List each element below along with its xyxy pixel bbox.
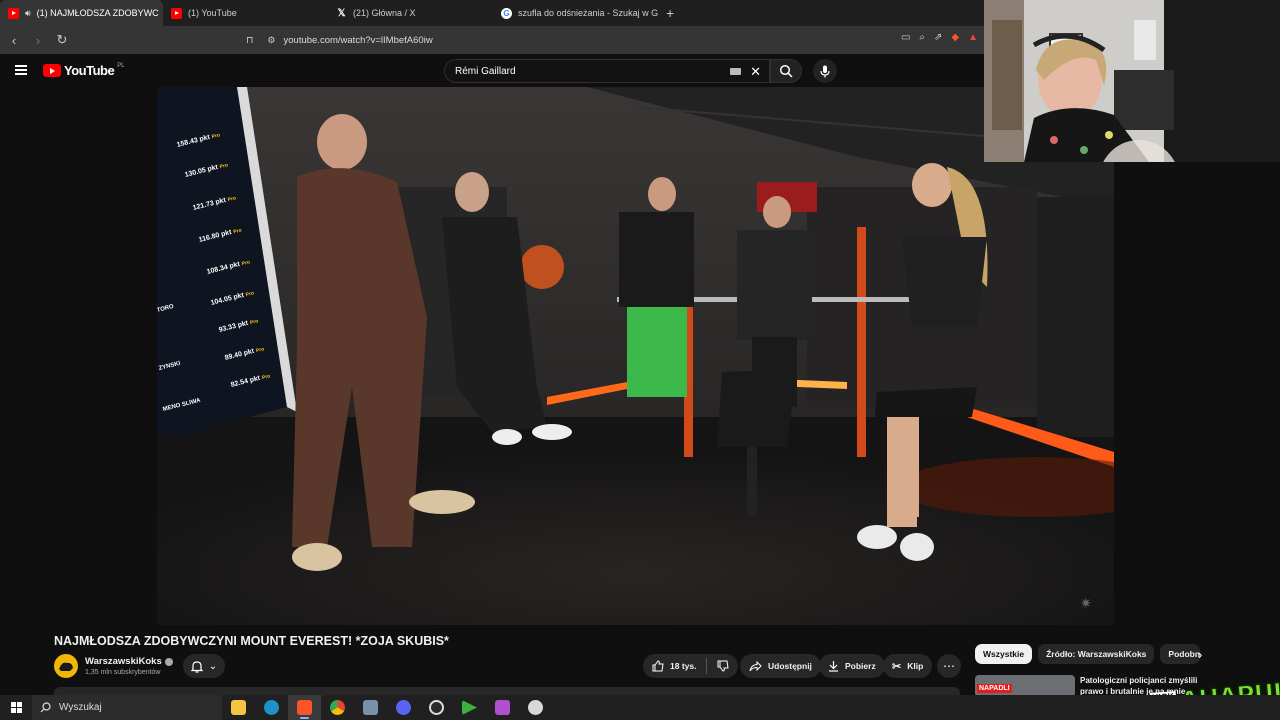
file-explorer-icon[interactable] — [222, 695, 255, 720]
search-button[interactable] — [770, 59, 802, 83]
thumbnail-badge: NAPADLI — [977, 684, 1012, 693]
tab-google[interactable]: G szufla do odśnieżania - Szukaj w Goo — [493, 0, 658, 26]
tab-label: szufla do odśnieżania - Szukaj w Goo — [518, 8, 658, 18]
taskbar-search-placeholder: Wyszukaj — [59, 702, 102, 713]
speaker-icon[interactable]: 🔊︎ — [25, 8, 31, 19]
like-dislike-group: 18 tys. — [643, 654, 739, 678]
clip-button[interactable]: ✂ Klip — [883, 654, 933, 678]
shield-app-icon[interactable] — [519, 695, 552, 720]
download-icon — [829, 661, 838, 672]
recommendation-filter-chips: Wszystkie Źródło: WarszawskiKoks Podobne — [975, 644, 1201, 664]
browser-toolbar: ‹ › ↻ ⊓ ⚙ youtube.com/watch?v=lIMbefA60i… — [0, 26, 984, 54]
video-frame[interactable]: 158.43 pkt Pro 130.05 pkt Pro 121.73 pkt… — [157, 87, 1114, 625]
chevron-down-icon: ⌄ — [208, 660, 218, 672]
forward-icon[interactable]: › — [28, 30, 48, 50]
address-bar[interactable]: ⊓ ⚙ youtube.com/watch?v=lIMbefA60iw — [246, 29, 984, 51]
chrome-icon[interactable] — [321, 695, 354, 720]
share-button[interactable]: Udostępnij — [740, 654, 821, 678]
x-favicon-icon: 𝕏 — [337, 7, 346, 19]
scissors-icon: ✂ — [892, 660, 902, 673]
chip-similar[interactable]: Podobne — [1160, 644, 1201, 664]
video-player[interactable]: 158.43 pkt Pro 130.05 pkt Pro 121.73 pkt… — [0, 87, 1280, 625]
google-favicon-icon: G — [501, 7, 512, 19]
dislike-icon[interactable] — [717, 660, 730, 672]
app-icon[interactable] — [354, 695, 387, 720]
like-icon[interactable] — [652, 660, 664, 672]
url-text: youtube.com/watch?v=lIMbefA60iw — [283, 34, 433, 46]
back-icon[interactable]: ‹ — [4, 30, 24, 50]
video-info: NAJMŁODSZA ZDOBYWCZYNI MOUNT EVEREST! *Z… — [0, 625, 1280, 697]
brave-icon[interactable] — [288, 695, 321, 720]
chip-source-channel[interactable]: Źródło: WarszawskiKoks — [1038, 644, 1155, 664]
microphone-icon — [820, 65, 830, 77]
chip-all[interactable]: Wszystkie — [975, 644, 1033, 664]
webcam-overlay — [984, 0, 1280, 162]
bell-icon — [190, 660, 203, 673]
search-value: Rémi Gaillard — [455, 65, 516, 77]
keyboard-icon[interactable] — [730, 68, 741, 75]
youtube-wordmark: YouTube — [64, 63, 115, 78]
channel-name[interactable]: WarszawskiKoks — [85, 656, 173, 667]
notification-bell-button[interactable]: ⌄ — [183, 654, 225, 678]
tab-label: (1) YouTube — [188, 8, 237, 18]
game-app-icon[interactable] — [486, 695, 519, 720]
taskbar-search-input[interactable]: Wyszukaj — [32, 695, 222, 720]
recommended-video-thumbnail[interactable]: NAPADLI — [975, 675, 1075, 697]
media-app-icon[interactable] — [453, 695, 486, 720]
edge-icon[interactable] — [255, 695, 288, 720]
tab-label: (1) NAJMŁODSZA ZDOBYWC — [36, 8, 159, 18]
obs-icon[interactable] — [420, 695, 453, 720]
bookmark-icon[interactable]: ⊓ — [246, 35, 253, 46]
clear-search-icon[interactable]: ✕ — [750, 64, 761, 80]
channel-logo-icon — [59, 662, 73, 671]
tab-youtube-home[interactable]: (1) YouTube — [163, 0, 328, 26]
voice-search-button[interactable] — [813, 59, 837, 83]
tab-youtube-video[interactable]: 🔊︎ (1) NAJMŁODSZA ZDOBYWC ✕ — [0, 0, 163, 26]
share-icon[interactable]: ⇗ — [934, 32, 942, 43]
search-icon — [779, 64, 793, 78]
discord-icon[interactable] — [387, 695, 420, 720]
verified-icon — [164, 657, 173, 666]
brave-shield-icon[interactable]: ◆ — [951, 32, 959, 43]
video-title: NAJMŁODSZA ZDOBYWCZYNI MOUNT EVEREST! *Z… — [54, 634, 449, 648]
windows-icon — [10, 702, 22, 713]
youtube-favicon-icon — [171, 7, 182, 19]
zoom-icon[interactable]: ⌕ — [919, 32, 925, 43]
screen: 🔊︎ (1) NAJMŁODSZA ZDOBYWC ✕ (1) YouTube … — [0, 0, 1280, 720]
like-count[interactable]: 18 tys. — [670, 661, 696, 671]
search-icon — [40, 702, 51, 713]
extension-icons: ▭ ⌕ ⇗ ◆ ▲ — [901, 32, 978, 43]
webcam-feed — [984, 0, 1280, 162]
site-info-icon[interactable]: ⚙ — [267, 35, 275, 46]
download-button[interactable]: Pobierz — [819, 654, 885, 678]
video-scene — [157, 87, 1114, 625]
taskbar: Wyszukaj — [0, 695, 1280, 720]
rewards-icon[interactable]: ▲ — [968, 32, 978, 43]
chevron-right-icon[interactable]: › — [1198, 647, 1202, 662]
youtube-favicon-icon — [8, 7, 19, 19]
cast-icon[interactable]: ▭ — [901, 32, 910, 43]
channel-avatar[interactable] — [54, 654, 78, 678]
search-input[interactable]: Rémi Gaillard ✕ — [444, 59, 770, 83]
tab-label: (21) Główna / X — [353, 8, 416, 18]
channel-watermark-icon[interactable]: ✷ — [1080, 595, 1102, 613]
reload-icon[interactable]: ↻ — [52, 30, 72, 50]
new-tab-button[interactable]: + — [658, 5, 682, 21]
divider — [706, 658, 708, 674]
browser-tab-strip: 🔊︎ (1) NAJMŁODSZA ZDOBYWC ✕ (1) YouTube … — [0, 0, 984, 26]
subscriber-count: 1,35 mln subskrybentów — [85, 669, 161, 676]
more-actions-icon[interactable]: ⋯ — [937, 654, 961, 678]
share-icon — [749, 660, 762, 671]
youtube-play-icon — [43, 64, 61, 77]
tab-x[interactable]: 𝕏 (21) Główna / X — [328, 0, 493, 26]
menu-icon[interactable] — [15, 65, 27, 75]
youtube-logo[interactable]: YouTube PL — [43, 63, 125, 78]
start-button[interactable] — [0, 695, 32, 720]
region-code: PL — [117, 63, 125, 69]
youtube-header: YouTube PL Rémi Gaillard ✕ — [0, 54, 984, 87]
